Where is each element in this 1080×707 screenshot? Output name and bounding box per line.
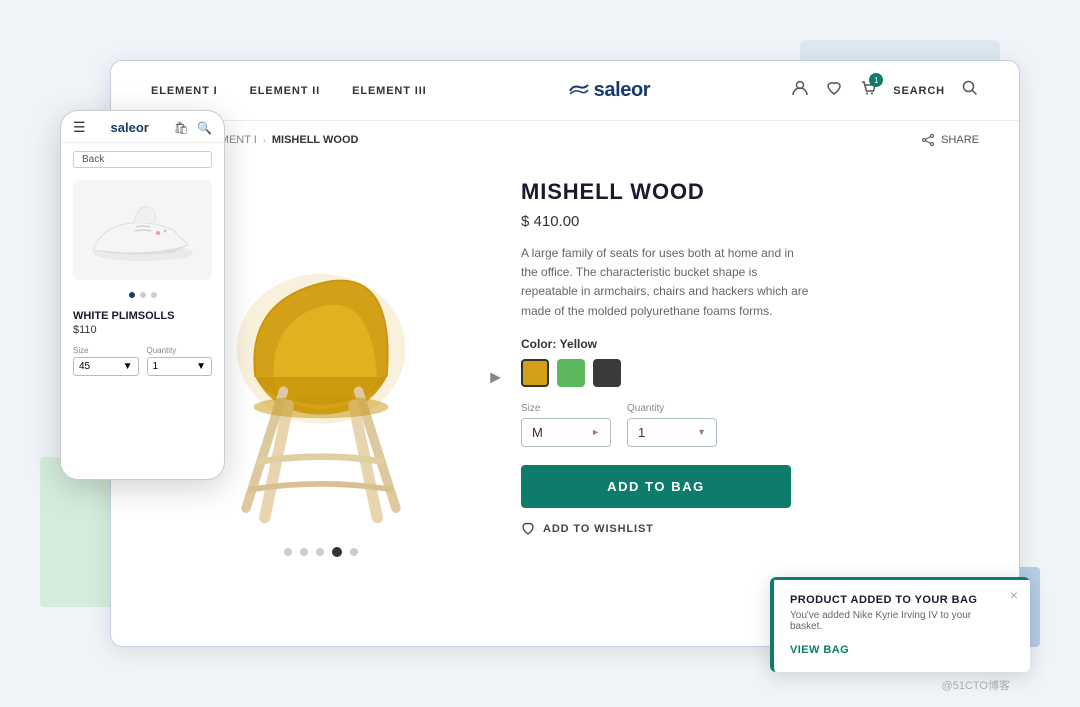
size-qty-row: Size M ► Quantity 1 ▼ <box>521 403 979 447</box>
logo[interactable]: saleor <box>568 79 651 102</box>
search-icon-btn[interactable] <box>961 79 979 102</box>
cart-badge: 1 <box>869 73 883 87</box>
phone-size-box[interactable]: 45 ▼ <box>73 357 139 376</box>
phone-size-arrow: ▼ <box>123 361 133 372</box>
color-swatch-green[interactable] <box>557 359 585 387</box>
toast-notification: PRODUCT ADDED TO YOUR BAG You've added N… <box>770 577 1030 672</box>
phone-qty-select: Quantity 1 ▼ <box>147 346 213 376</box>
product-details: MISHELL WOOD $ 410.00 A large family of … <box>521 169 979 604</box>
phone-qty-label: Quantity <box>147 346 213 355</box>
phone-product-name: WHITE PLIMSOLLS <box>61 310 224 322</box>
dot-1[interactable] <box>284 548 292 556</box>
breadcrumb: HOME › ELEMENT I › MISHELL WOOD SHARE <box>111 121 1019 159</box>
product-description: A large family of seats for uses both at… <box>521 244 811 321</box>
nav-icons: 1 SEARCH <box>791 79 979 102</box>
phone-size-label: Size <box>73 346 139 355</box>
dot-3[interactable] <box>316 548 324 556</box>
toast-view-bag-link[interactable]: VIEW BAG <box>790 644 849 656</box>
size-label: Size <box>521 403 611 414</box>
phone-dots <box>61 292 224 298</box>
size-select-group: Size M ► <box>521 403 611 447</box>
phone-qty-value: 1 <box>153 361 159 372</box>
phone-size-select: Size 45 ▼ <box>73 346 139 376</box>
nav-item-element-i[interactable]: ELEMENT I <box>151 85 218 97</box>
color-section: Color: Yellow <box>521 337 979 387</box>
color-swatches <box>521 359 979 387</box>
breadcrumb-arrow-2: › <box>263 135 266 145</box>
user-icon-btn[interactable] <box>791 79 809 102</box>
logo-area: saleor <box>427 79 792 102</box>
size-arrow-icon: ► <box>591 427 600 437</box>
phone-product-image <box>73 180 212 280</box>
product-area: ◀ <box>111 159 1019 624</box>
phone-dot-3[interactable] <box>151 292 157 298</box>
search-label[interactable]: SEARCH <box>893 85 945 97</box>
product-title: MISHELL WOOD <box>521 179 979 205</box>
phone-search-icon[interactable]: 🔍 <box>197 121 212 135</box>
qty-label: Quantity <box>627 403 717 414</box>
share-label: SHARE <box>941 134 979 146</box>
qty-arrow-icon: ▼ <box>697 427 706 437</box>
toast-message: You've added Nike Kyrie Irving IV to you… <box>790 610 994 632</box>
mobile-phone: ☰ saleor 🛍 🔍 Back WHITE PLIMSOLLS $110 <box>60 110 225 480</box>
phone-cart-icon[interactable]: 🛍 <box>174 121 189 135</box>
phone-qty-box[interactable]: 1 ▼ <box>147 357 213 376</box>
image-next-btn[interactable]: ▶ <box>490 368 501 385</box>
browser-window: ELEMENT I ELEMENT II ELEMENT III saleor <box>110 60 1020 647</box>
phone-qty-arrow: ▼ <box>196 361 206 372</box>
phone-icons: 🛍 🔍 <box>174 121 212 135</box>
toast-title: PRODUCT ADDED TO YOUR BAG <box>790 594 994 606</box>
product-price: $ 410.00 <box>521 213 979 230</box>
color-swatch-dark[interactable] <box>593 359 621 387</box>
wishlist-label: ADD TO WISHLIST <box>543 523 654 535</box>
phone-shoe-svg <box>83 195 203 265</box>
logo-icon <box>568 83 590 99</box>
qty-select[interactable]: 1 ▼ <box>627 418 717 447</box>
phone-controls: Size 45 ▼ Quantity 1 ▼ <box>61 338 224 384</box>
watermark: @51CTO博客 <box>942 677 1010 693</box>
cart-icon-btn[interactable]: 1 <box>859 79 877 102</box>
nav-item-element-ii[interactable]: ELEMENT II <box>250 85 321 97</box>
color-label: Color: Yellow <box>521 337 979 351</box>
add-to-wishlist-btn[interactable]: ADD TO WISHLIST <box>521 522 979 536</box>
wishlist-icon-btn[interactable] <box>825 79 843 102</box>
navbar: ELEMENT I ELEMENT II ELEMENT III saleor <box>111 61 1019 121</box>
phone-menu-icon[interactable]: ☰ <box>73 119 86 136</box>
qty-value: 1 <box>638 425 645 440</box>
logo-text: saleor <box>594 79 651 102</box>
dot-2[interactable] <box>300 548 308 556</box>
size-select[interactable]: M ► <box>521 418 611 447</box>
toast-content: PRODUCT ADDED TO YOUR BAG You've added N… <box>774 580 1030 672</box>
color-swatch-yellow[interactable] <box>521 359 549 387</box>
heart-icon <box>521 522 535 536</box>
nav-item-element-iii[interactable]: ELEMENT III <box>352 85 426 97</box>
phone-back-btn[interactable]: Back <box>73 151 212 168</box>
nav-links: ELEMENT I ELEMENT II ELEMENT III <box>151 85 427 97</box>
toast-close-btn[interactable]: × <box>1010 587 1018 603</box>
qty-select-group: Quantity 1 ▼ <box>627 403 717 447</box>
phone-dot-2[interactable] <box>140 292 146 298</box>
image-dots <box>284 547 358 557</box>
phone-dot-1[interactable] <box>129 292 135 298</box>
phone-logo: saleor <box>111 120 149 135</box>
phone-size-value: 45 <box>79 361 90 372</box>
share-btn[interactable]: SHARE <box>921 133 979 147</box>
add-to-bag-button[interactable]: ADD TO BAG <box>521 465 791 508</box>
size-value: M <box>532 425 543 440</box>
phone-product-price: $110 <box>61 322 224 338</box>
dot-5[interactable] <box>350 548 358 556</box>
breadcrumb-current: MISHELL WOOD <box>272 134 359 146</box>
dot-4[interactable] <box>332 547 342 557</box>
phone-topbar: ☰ saleor 🛍 🔍 <box>61 111 224 143</box>
